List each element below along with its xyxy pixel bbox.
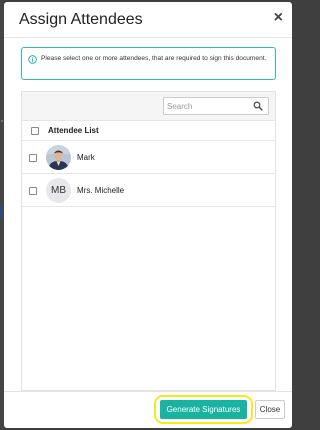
info-alert: Please select one or more attendees, tha… [21, 47, 276, 80]
search-input[interactable] [167, 99, 247, 113]
backdrop-content [0, 205, 2, 219]
attendee-name: Mark [77, 153, 95, 162]
info-text: Please select one or more attendees, tha… [41, 55, 267, 62]
list-toolbar [22, 92, 275, 120]
avatar [46, 145, 71, 170]
modal-footer: Generate Signatures Close [4, 391, 292, 428]
attendee-name: Mrs. Michelle [77, 186, 125, 195]
close-button[interactable]: Close [255, 400, 285, 419]
select-all-checkbox[interactable] [31, 127, 39, 135]
table-row[interactable]: Mark [22, 141, 275, 174]
backdrop-content [1, 120, 3, 122]
modal-header: Assign Attendees × [4, 2, 292, 38]
modal-title: Assign Attendees [19, 11, 143, 28]
search-icon[interactable] [253, 101, 263, 111]
row-checkbox[interactable] [29, 154, 37, 162]
info-circle-icon [28, 55, 37, 64]
table-row[interactable]: MB Mrs. Michelle [22, 174, 275, 207]
assign-attendees-modal: Assign Attendees × Please select one or … [4, 2, 292, 428]
search-box [163, 97, 269, 115]
generate-signatures-button[interactable]: Generate Signatures [160, 400, 247, 419]
attendee-list-panel: Attendee List Mark MB Mrs. Michelle [21, 91, 276, 391]
avatar-photo [46, 145, 71, 170]
close-icon[interactable]: × [274, 10, 283, 26]
column-header-attendee-list: Attendee List [48, 126, 99, 135]
table-header-row: Attendee List [22, 120, 275, 141]
row-checkbox[interactable] [29, 187, 37, 195]
avatar: MB [46, 178, 71, 203]
